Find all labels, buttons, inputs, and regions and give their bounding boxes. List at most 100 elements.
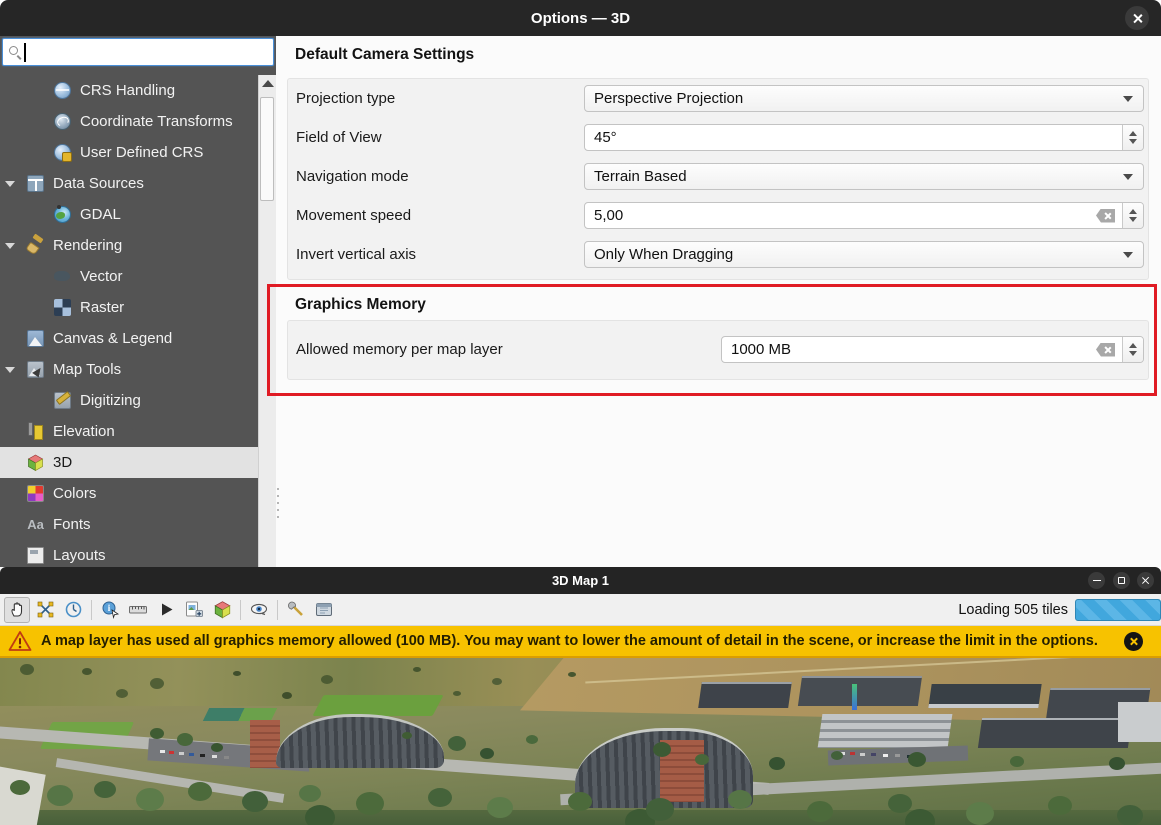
sidebar-item-crs-handling[interactable]: CRS Handling: [0, 75, 258, 106]
close-button[interactable]: [1125, 6, 1149, 30]
sidebar-item-digitizing[interactable]: Digitizing: [0, 385, 258, 416]
clear-field-icon[interactable]: [1096, 343, 1115, 357]
raster-icon: [54, 299, 71, 316]
map-titlebar[interactable]: 3D Map 1: [0, 567, 1161, 594]
eye-icon[interactable]: [246, 597, 272, 623]
compass-clock-icon[interactable]: [60, 597, 86, 623]
form-row-projection: Projection type Perspective Projection: [296, 85, 1144, 112]
sidebar-item-fonts[interactable]: AaFonts: [0, 509, 258, 540]
sidebar-item-raster[interactable]: Raster: [0, 292, 258, 323]
dismiss-warning-button[interactable]: [1124, 632, 1143, 651]
identify-icon[interactable]: i: [97, 597, 123, 623]
map-art-building: [698, 682, 792, 708]
sidebar-item-gdal[interactable]: GDAL: [0, 199, 258, 230]
stepper-buttons[interactable]: [1122, 203, 1143, 228]
table-icon: [27, 175, 44, 192]
cube-3d-icon: [27, 454, 44, 471]
wrench-icon[interactable]: [283, 597, 309, 623]
field-label: Navigation mode: [296, 168, 584, 185]
form-row-invert-axis: Invert vertical axis Only When Dragging: [296, 241, 1144, 268]
elevation-icon: [27, 423, 44, 440]
step-up-icon[interactable]: [1129, 131, 1137, 136]
field-value: 5,00: [585, 207, 1096, 224]
warning-text: A map layer has used all graphics memory…: [41, 633, 1098, 649]
sidebar-item-colors[interactable]: Colors: [0, 478, 258, 509]
chevron-down-icon[interactable]: [5, 367, 15, 373]
chevron-down-icon[interactable]: [5, 243, 15, 249]
measure-icon[interactable]: [125, 597, 151, 623]
step-up-icon[interactable]: [1129, 343, 1137, 348]
step-down-icon[interactable]: [1129, 139, 1137, 144]
map-art-trees: [20, 664, 34, 675]
sidebar-item-map-tools[interactable]: Map Tools: [0, 354, 258, 385]
close-icon: [1141, 576, 1150, 585]
graphics-memory-heading: Graphics Memory: [295, 296, 426, 314]
navigation-mode-select[interactable]: Terrain Based: [584, 163, 1144, 190]
pan-tool-icon[interactable]: [4, 597, 30, 623]
movement-speed-spinbox[interactable]: 5,00: [584, 202, 1144, 229]
field-label: Movement speed: [296, 207, 584, 224]
selected-value: Terrain Based: [585, 168, 1123, 185]
sidebar-item-3d[interactable]: 3D: [0, 447, 258, 478]
selected-value: Only When Dragging: [585, 246, 1123, 263]
close-button[interactable]: [1137, 572, 1154, 589]
projection-type-select[interactable]: Perspective Projection: [584, 85, 1144, 112]
step-up-icon[interactable]: [1129, 209, 1137, 214]
minimize-button[interactable]: [1088, 572, 1105, 589]
field-value: 1000 MB: [722, 341, 1096, 358]
sidebar-item-user-defined-crs[interactable]: User Defined CRS: [0, 137, 258, 168]
search-icon: [9, 46, 18, 55]
sidebar-item-coordinate-transforms[interactable]: Coordinate Transforms: [0, 106, 258, 137]
chevron-down-icon[interactable]: [5, 181, 15, 187]
sidebar-scrollbar[interactable]: [258, 75, 276, 567]
splitter-handle[interactable]: [277, 488, 279, 518]
map-art-brick-building: [660, 740, 704, 802]
scroll-up-icon[interactable]: [262, 80, 274, 87]
stepper-buttons[interactable]: [1122, 337, 1143, 362]
chevron-down-icon: [1123, 174, 1133, 180]
export-image-icon[interactable]: [181, 597, 207, 623]
map-3d-view[interactable]: [0, 658, 1161, 825]
selected-value: Perspective Projection: [585, 90, 1123, 107]
digitizing-icon: [54, 392, 71, 409]
map-art-parking-lot: [828, 746, 968, 766]
map-3d-window: 3D Map 1 i: [0, 567, 1161, 825]
sidebar-item-vector[interactable]: Vector: [0, 261, 258, 292]
allowed-memory-spinbox[interactable]: 1000 MB: [721, 336, 1144, 363]
vector-icon: [54, 268, 71, 285]
close-icon: [1132, 13, 1143, 24]
globe-star-icon: [54, 144, 71, 161]
invert-vertical-axis-select[interactable]: Only When Dragging: [584, 241, 1144, 268]
sidebar-item-canvas-legend[interactable]: Canvas & Legend: [0, 323, 258, 354]
sidebar-item-layouts[interactable]: Layouts: [0, 540, 258, 567]
map-art-green-field: [312, 695, 443, 716]
toolbar-separator: [91, 600, 92, 620]
scrollbar-thumb[interactable]: [260, 97, 274, 201]
camera-move-icon[interactable]: [32, 597, 58, 623]
sidebar-item-data-sources[interactable]: Data Sources: [0, 168, 258, 199]
form-row-allowed-memory: Allowed memory per map layer 1000 MB: [296, 336, 1144, 363]
clear-field-icon[interactable]: [1096, 209, 1115, 223]
step-down-icon[interactable]: [1129, 351, 1137, 356]
step-down-icon[interactable]: [1129, 217, 1137, 222]
map-art-foreground: [0, 810, 1161, 825]
stepper-buttons[interactable]: [1122, 125, 1143, 150]
options-sidebar: CRS Handling Coordinate Transforms User …: [0, 36, 276, 567]
map-art-building-accent: [852, 684, 857, 710]
fonts-icon: Aa: [27, 516, 44, 533]
options-panel: Default Camera Settings Projection type …: [276, 36, 1161, 567]
scene-3d-icon[interactable]: [209, 597, 235, 623]
maximize-button[interactable]: [1113, 572, 1130, 589]
sidebar-item-elevation[interactable]: Elevation: [0, 416, 258, 447]
sidebar-item-rendering[interactable]: Rendering: [0, 230, 258, 261]
options-titlebar[interactable]: Options — 3D: [0, 0, 1161, 36]
options-panel-icon[interactable]: [311, 597, 337, 623]
map-art-cars: [160, 750, 165, 753]
map-art-building: [1118, 702, 1161, 742]
globe-icon: [54, 82, 71, 99]
play-animation-icon[interactable]: [153, 597, 179, 623]
field-of-view-spinbox[interactable]: 45°: [584, 124, 1144, 151]
search-input[interactable]: [2, 38, 274, 66]
graphics-memory-group: Allowed memory per map layer 1000 MB: [287, 320, 1149, 380]
field-label: Field of View: [296, 129, 584, 146]
